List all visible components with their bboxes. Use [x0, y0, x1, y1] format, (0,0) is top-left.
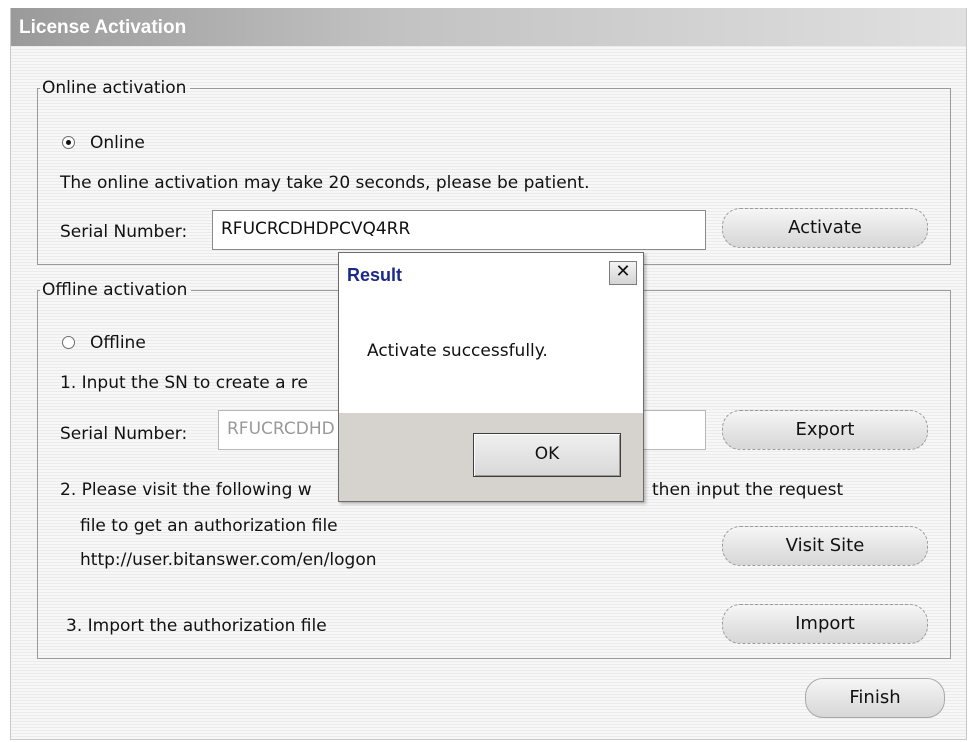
title-bar: License Activation	[11, 8, 966, 46]
activate-button[interactable]: Activate	[722, 208, 928, 248]
online-note: The online activation may take 20 second…	[60, 173, 590, 193]
window-title: License Activation	[19, 17, 187, 38]
online-activation-legend: Online activation	[42, 78, 187, 98]
online-radio[interactable]	[62, 136, 75, 149]
offline-activation-legend: Offline activation	[42, 280, 188, 300]
import-button[interactable]: Import	[722, 604, 928, 644]
result-dialog-title-bar: Result ✕	[339, 253, 643, 298]
offline-radio[interactable]	[62, 336, 75, 349]
ok-button[interactable]: OK	[473, 433, 621, 477]
online-radio-label[interactable]: Online	[90, 133, 145, 153]
offline-step3-text: 3. Import the authorization file	[66, 616, 327, 636]
radio-selected-dot	[66, 140, 71, 145]
result-dialog-title: Result	[347, 265, 403, 285]
offline-step1-text: 1. Input the SN to create a re	[60, 373, 308, 393]
offline-step2-text-right: then input the request	[652, 480, 844, 500]
offline-step2-line2: file to get an authorization file	[80, 516, 338, 536]
result-dialog: Result ✕ Activate successfully. OK	[338, 252, 644, 502]
result-message: Activate successfully.	[367, 341, 548, 361]
visit-site-button[interactable]: Visit Site	[722, 526, 928, 566]
export-button[interactable]: Export	[722, 410, 928, 450]
offline-radio-label[interactable]: Offline	[90, 333, 146, 353]
close-icon[interactable]: ✕	[609, 261, 637, 285]
result-dialog-body: Activate successfully.	[339, 297, 643, 413]
offline-step2-text-left: 2. Please visit the following w	[60, 480, 312, 500]
finish-button[interactable]: Finish	[805, 678, 945, 718]
offline-serial-label: Serial Number:	[60, 424, 188, 444]
result-dialog-footer: OK	[339, 413, 643, 501]
authorization-site-url: http://user.bitanswer.com/en/logon	[80, 550, 377, 570]
online-activation-group: Online activation Online The online acti…	[37, 78, 951, 265]
online-serial-label: Serial Number:	[60, 222, 188, 242]
online-serial-input[interactable]: RFUCRCDHDPCVQ4RR	[212, 210, 706, 250]
